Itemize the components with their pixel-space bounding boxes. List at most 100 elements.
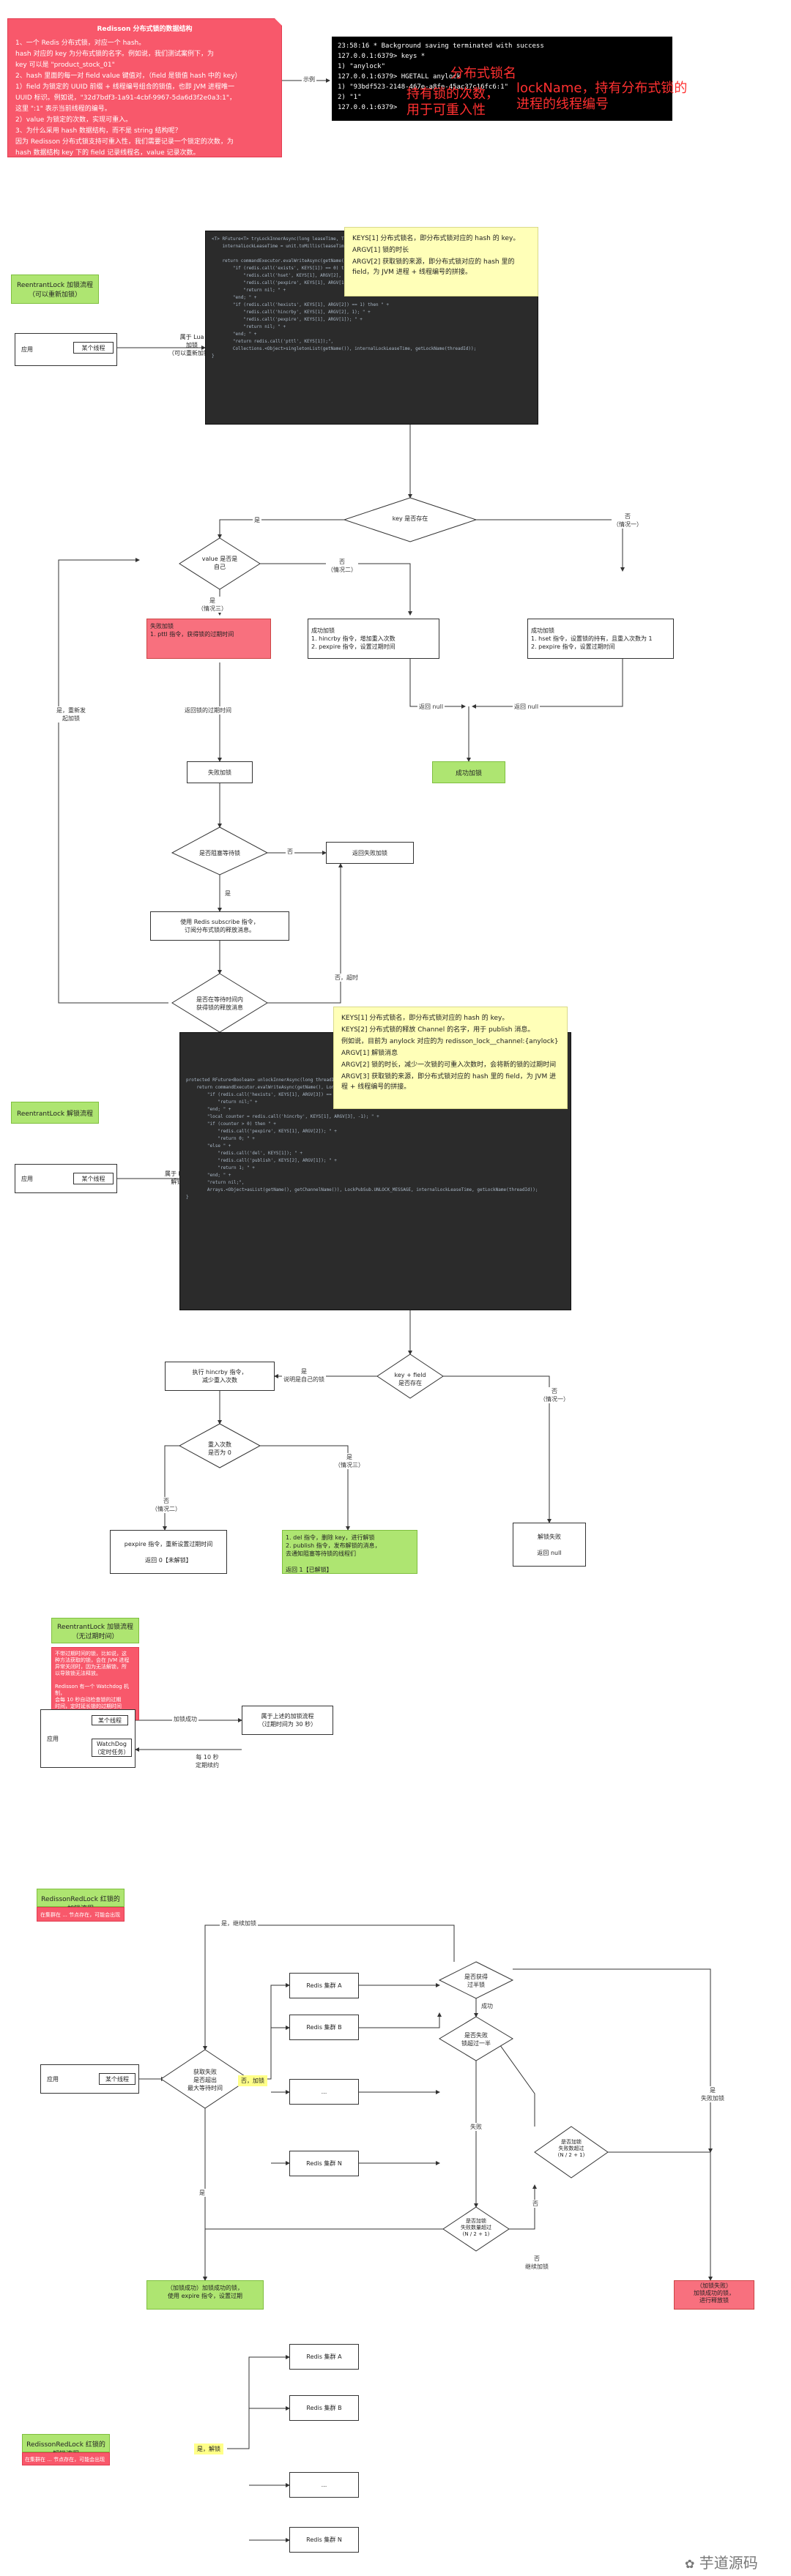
redlock-node-dots: ... <box>289 2079 359 2105</box>
decision-red-timeout-label: 获取失败 是否超出 最大等待时间 <box>187 2069 223 2091</box>
note-fold <box>275 18 282 26</box>
label-retry: 是，重新发 起加锁 <box>55 706 87 723</box>
unlock-fail-box: 解锁失败 返回 null <box>513 1523 586 1567</box>
note-line: 这里 ":1" 表示当前线程的编号。 <box>15 105 111 113</box>
code-line: "if (redis.call('hexists', KEYS[1], ARGV… <box>212 302 390 307</box>
code-line: } <box>212 354 215 359</box>
example-arrow-label: 示例 <box>302 75 316 83</box>
watermark-text: 芋道源码 <box>699 2554 758 2572</box>
redlock-fail-box: （加锁失败） 加锁成功的锁， 进行释放锁 <box>674 2280 754 2310</box>
watchdog-task: WatchDog （定时任务） <box>92 1739 132 1757</box>
param-line: ARGV[2] 获取锁的来源，即分布式锁对应的 hash 里的 field，为 … <box>352 258 515 276</box>
label-mine-yes: 是 （情况三） <box>196 597 229 613</box>
code-line: "return nil;", <box>186 1180 245 1185</box>
note-line: 异常关闭时，因为无法解锁，所 <box>55 1664 127 1670</box>
note-line: 会每 10 秒自动检查锁的过期 <box>55 1697 122 1703</box>
label-renew: 每 10 秒 定期续约 <box>194 1753 220 1769</box>
code-line: Arrays.<Object>asList(getName(), getChan… <box>186 1187 538 1192</box>
note-line: 因为 Redisson 分布式锁支持可重入性，我们需要记录一个锁定的次数，为 <box>15 138 234 146</box>
code-line: } <box>186 1195 189 1200</box>
note-line: 2）value 为锁定的次数，实现可重入。 <box>15 116 133 124</box>
note-line: UUID 标识。例如说，"32d7bdf3-1a91-4cbf-9967-5da… <box>15 94 237 102</box>
code-line: "end; " + <box>212 332 257 337</box>
redlock-node-n: Redis 集群 N <box>289 2151 359 2176</box>
param-line: 例如说，目前为 anylock 对应的为 redisson_lock__chan… <box>341 1038 559 1045</box>
data-structure-note: Redisson 分布式锁的数据结构 1、一个 Redis 分布式锁，对应一个 … <box>7 18 282 157</box>
watermark: ✿ 芋道源码 <box>685 2551 758 2572</box>
caller-app-label: 应用 <box>21 346 33 353</box>
label-unlock-red: 是，解锁 <box>194 2444 223 2454</box>
note-line: 1）field 为锁定的 UUID 前缀 + 线程编号组合的锁值，也即 JVM … <box>15 83 235 91</box>
label-unlock-no: 否 （情况一） <box>538 1387 571 1403</box>
redlock-caller-label: 应用 <box>47 2075 59 2083</box>
terminal-overlay-count-1: 持有锁的次数， <box>406 86 499 102</box>
unlock-node-a: Redis 集群 A <box>289 2344 359 2370</box>
label-no-block: 否 <box>286 848 294 856</box>
decision-value-mine-label: value 是否是 自己 <box>201 556 238 570</box>
decision-red-fail-label: 是否失败 锁超过一半 <box>461 2032 491 2047</box>
redlock-thread: 某个线程 <box>99 2073 135 2085</box>
note-line <box>55 1677 135 1684</box>
label-exists-yes: 是 <box>253 516 261 524</box>
pexpire-box: pexpire 指令，重新设置过期时间 返回 0【未解锁】 <box>110 1530 227 1574</box>
lock-fail-box: 失败加锁 1. pttl 指令，获得锁的过期时间 <box>146 619 271 659</box>
unlock-node-n: Redis 集群 N <box>289 2527 359 2553</box>
decision-timeout-label: 是否在等待时间内 获得锁的释放消息 <box>196 996 243 1011</box>
section-title-reentrant-lock: ReentrantLock 加锁流程 （可以重新加锁） <box>11 275 99 304</box>
code-line: "redis.call('del', KEYS[1]); " + <box>186 1151 302 1156</box>
label-unlock-no2: 否 （情况二） <box>150 1497 182 1513</box>
terminal-overlay-lockname: 分布式锁名 <box>450 66 516 81</box>
caller-thread: 某个线程 <box>73 342 114 354</box>
section-title-redlock-lock: RedissonRedLock 红锁的加锁流程 <box>37 1889 125 1913</box>
label-unlock-yes3: 是 （情况三） <box>333 1453 365 1469</box>
decision-red-final-label: 是否加锁 失败数量超过 (N / 2 + 1) <box>461 2218 491 2237</box>
redlock-lock-note: 在集群在 ... 节点存在，可能会出现问题... <box>37 1907 125 1927</box>
data-structure-note-body: 1、一个 Redis 分布式锁，对应一个 hash。 hash 对应的 key 为… <box>15 39 274 158</box>
terminal-overlay-count-2: 用于可重入性 <box>406 102 486 118</box>
lock-success-node: 成功加锁 <box>432 761 505 783</box>
new-lock-success-box: 成功加锁 1. hset 指令，设置锁的持有，且重入次数为 1 2. pexpi… <box>527 619 674 659</box>
decision-red-leftover-label: 是否加锁 失败数超过 (N / 2 + 1) <box>557 2139 585 2158</box>
code-line: "if (counter > 0) then " + <box>186 1121 276 1127</box>
code-line: "end; " + <box>186 1173 231 1178</box>
note-line: hash 对应的 key 为分布式锁的名字。例如说，我们测试案例下，为 <box>15 51 214 58</box>
code-line: "local counter = redis.call('hincrby', K… <box>186 1114 379 1119</box>
code-line: "else " + <box>186 1143 231 1149</box>
param-line: ARGV[1] 锁的时长 <box>352 247 409 254</box>
code-line: "redis.call('pexpire', KEYS[1], ARGV[1])… <box>212 317 363 322</box>
code-line: "redis.call('pexpire', KEYS[1], ARGV[2])… <box>186 1129 337 1134</box>
redlock-success-box: （加锁成功）加锁成功的锁， 使用 expire 指令，设置过期 <box>146 2280 264 2310</box>
redlock-node-b: Redis 集群 B <box>289 2015 359 2040</box>
label-exists-no: 否 （情况一） <box>612 512 644 529</box>
lock-params-note: KEYS[1] 分布式锁名，即分布式锁对应的 hash 的 key。 ARGV[1… <box>344 227 538 296</box>
watchdog-thread: 某个线程 <box>92 1715 128 1725</box>
terminal-line: 127.0.0.1:6379> keys * <box>338 53 426 60</box>
decision-red-ok-label: 是否获得 过半锁 <box>464 1974 488 1988</box>
label-red-fail: 失败 <box>469 2123 483 2131</box>
code-line: "return 0; " + <box>186 1136 255 1141</box>
terminal-line: 23:58:16 * Background saving terminated … <box>338 42 544 50</box>
code-line: "return nil; " + <box>212 324 286 329</box>
data-structure-note-title: Redisson 分布式锁的数据结构 <box>97 26 193 33</box>
note-line: 种方法获取的锁，会在 JVM 进程 <box>55 1657 130 1663</box>
param-line: KEYS[2] 分布式锁的释放 Channel 的名字，用于 publish 消… <box>341 1026 535 1034</box>
watchdog-caller-label: 应用 <box>47 1735 59 1742</box>
code-line: "redis.call('publish', KEYS[2], ARGV[1])… <box>186 1158 337 1163</box>
note-line: 1、一个 Redis 分布式锁，对应一个 hash。 <box>15 40 146 47</box>
decision-reentry-zero-label: 重入次数 是否为 0 <box>208 1441 231 1456</box>
unlock-node-dots: ... <box>289 2472 359 2498</box>
note-line: 以导致锁无法释放。 <box>55 1670 101 1676</box>
wechat-icon: ✿ <box>685 2557 695 2571</box>
terminal-overlay-thread-2: 进程的线程编号 <box>516 97 609 112</box>
label-red-yes: 是 <box>198 2189 207 2197</box>
label-return-null-2: 返回 null <box>513 703 541 711</box>
note-line: key 可以是 "product_stock_01" <box>15 61 115 69</box>
unlock-params-note: KEYS[1] 分布式锁名，即分布式锁对应的 hash 的 key。 KEYS[2… <box>333 1007 568 1109</box>
label-return-ttl: 返回锁的过期时间 <box>183 706 233 714</box>
label-mine-no: 否 （情况二） <box>326 558 358 574</box>
section-title-unlock: ReentrantLock 解锁流程 <box>11 1102 99 1124</box>
code-line: "return 1; " + <box>186 1165 255 1171</box>
param-line: ARGV[3] 获取锁的来源，即分布式锁对应的 hash 里的 field，为 … <box>341 1073 557 1091</box>
label-red-yes-fail: 是 失败加锁 <box>699 2086 726 2102</box>
code-line: "return redis.call('pttl', KEYS[1]);", <box>212 339 334 344</box>
